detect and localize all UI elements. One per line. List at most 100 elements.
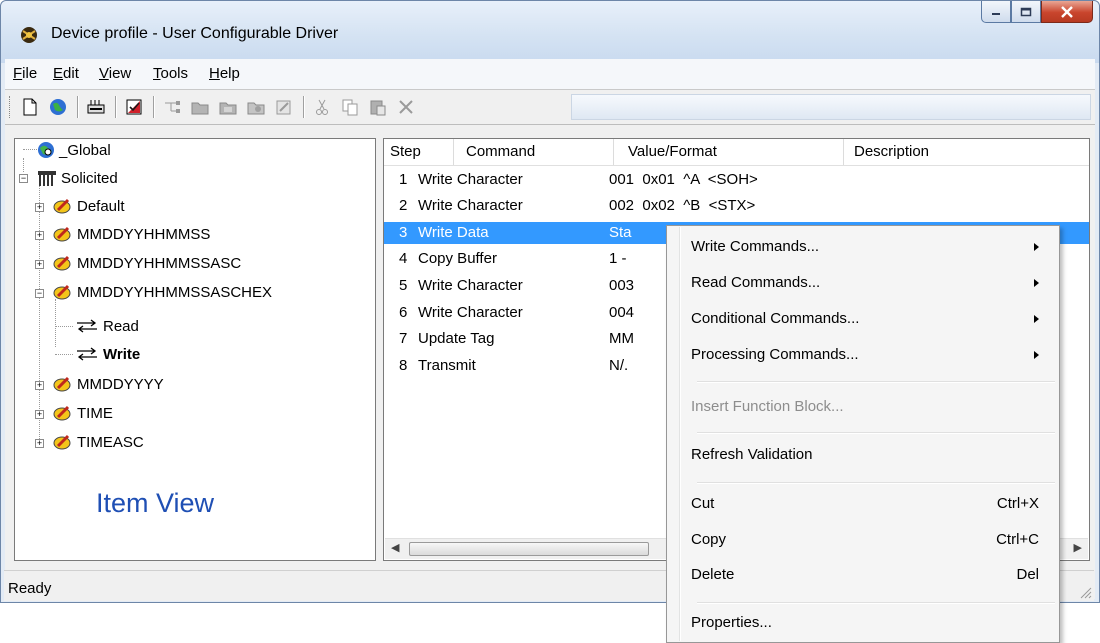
tree-connector bbox=[23, 149, 37, 150]
tree-connector bbox=[55, 354, 73, 355]
table-row[interactable]: 1 Write Character 001 0x01 ^A <SOH> bbox=[384, 169, 1089, 191]
column-header-description[interactable]: Description bbox=[844, 139, 1089, 165]
command-cell: Write Character bbox=[418, 277, 523, 294]
close-button[interactable] bbox=[1041, 1, 1093, 23]
tree-item-timeasc[interactable]: TIMEASC bbox=[53, 431, 144, 453]
tree-item-mmddyyyy[interactable]: MMDDYYYY bbox=[53, 373, 164, 395]
toolbar-grip[interactable] bbox=[9, 96, 13, 118]
menu-file[interactable]: File bbox=[13, 65, 37, 82]
tree-item-mmddyyhhmmss[interactable]: MMDDYYHHMMSS bbox=[53, 223, 210, 245]
expand-toggle[interactable]: + bbox=[35, 381, 44, 390]
tree-item-label: Default bbox=[77, 197, 125, 215]
tree-item-label: Read bbox=[103, 317, 139, 335]
copy-toolbar-button[interactable] bbox=[339, 96, 361, 118]
tree-item-label: Solicited bbox=[61, 169, 118, 187]
expand-toggle[interactable]: + bbox=[35, 410, 44, 419]
menu-item-properties[interactable]: Properties... bbox=[669, 606, 1057, 640]
collapse-toggle[interactable]: − bbox=[19, 174, 28, 183]
menu-edit[interactable]: Edit bbox=[53, 65, 79, 82]
menu-item-insert-function-block[interactable]: Insert Function Block... bbox=[669, 390, 1057, 424]
expand-toggle[interactable]: + bbox=[35, 231, 44, 240]
tree-item-default[interactable]: Default bbox=[53, 195, 125, 217]
menu-item-label: Write Commands... bbox=[691, 238, 820, 255]
cut-toolbar-button[interactable] bbox=[311, 96, 333, 118]
context-menu: Write Commands... Read Commands... Condi… bbox=[666, 225, 1060, 643]
tree-item-time[interactable]: TIME bbox=[53, 402, 113, 424]
menu-item-conditional-commands[interactable]: Conditional Commands... bbox=[669, 302, 1057, 336]
maximize-icon bbox=[1020, 7, 1032, 16]
menu-item-processing-commands[interactable]: Processing Commands... bbox=[669, 338, 1057, 372]
menu-help[interactable]: Help bbox=[209, 65, 240, 82]
collapse-toggle[interactable]: − bbox=[35, 289, 44, 298]
scroll-left-icon[interactable]: ◀ bbox=[391, 541, 399, 554]
tree-item-read[interactable]: Read bbox=[75, 315, 139, 337]
toolbar-separator bbox=[153, 96, 155, 118]
menu-item-shortcut: Ctrl+X bbox=[996, 495, 1039, 512]
menu-item-refresh-validation[interactable]: Refresh Validation bbox=[669, 438, 1057, 472]
maximize-button[interactable] bbox=[1011, 1, 1041, 23]
device-button[interactable] bbox=[85, 96, 107, 118]
folder-button-3[interactable] bbox=[245, 96, 267, 118]
expand-toggle[interactable]: + bbox=[35, 439, 44, 448]
expand-toggle[interactable]: + bbox=[35, 260, 44, 269]
column-header-value-format[interactable]: Value/Format bbox=[614, 139, 844, 165]
new-button[interactable] bbox=[19, 96, 41, 118]
globe-icon bbox=[50, 99, 66, 115]
menu-item-label: Processing Commands... bbox=[691, 346, 859, 363]
column-header-command[interactable]: Command bbox=[454, 139, 614, 165]
table-row[interactable]: 2 Write Character 002 0x02 ^B <STX> bbox=[384, 195, 1089, 217]
folder-gray-icon bbox=[219, 102, 237, 115]
command-cell: Update Tag bbox=[418, 330, 495, 347]
tree-item-mmddyyhhmmssaschex[interactable]: MMDDYYHHMMSSASCHEX bbox=[53, 281, 272, 303]
column-header-step[interactable]: Step bbox=[384, 139, 454, 165]
folder-button-1[interactable] bbox=[189, 96, 211, 118]
expand-toggle[interactable]: + bbox=[35, 203, 44, 212]
step-cell: 7 bbox=[399, 330, 408, 347]
scroll-right-icon[interactable]: ▶ bbox=[1074, 541, 1082, 554]
tree-connector bbox=[23, 158, 24, 172]
step-cell: 1 bbox=[399, 171, 408, 188]
value-cell: 002 0x02 ^B <STX> bbox=[609, 197, 756, 214]
menu-item-label: Insert Function Block... bbox=[691, 398, 844, 415]
tree-item-write[interactable]: Write bbox=[75, 343, 140, 365]
validate-button[interactable] bbox=[123, 96, 145, 118]
menu-tools[interactable]: Tools bbox=[153, 65, 188, 82]
minimize-button[interactable] bbox=[981, 1, 1011, 23]
device-port-icon bbox=[87, 100, 105, 114]
step-cell: 6 bbox=[399, 304, 408, 321]
status-text: Ready bbox=[8, 580, 52, 597]
command-cell: Transmit bbox=[418, 357, 476, 374]
tree-item-global[interactable]: _Global bbox=[37, 139, 111, 161]
toolbar-separator bbox=[303, 96, 305, 118]
read-write-arrows-icon bbox=[77, 319, 97, 333]
menu-view[interactable]: View bbox=[99, 65, 131, 82]
title-bar[interactable]: Device profile - User Configurable Drive… bbox=[1, 1, 1099, 63]
menu-item-write-commands[interactable]: Write Commands... bbox=[669, 230, 1057, 264]
submenu-arrow-icon bbox=[1034, 243, 1039, 251]
transaction-icon bbox=[53, 434, 71, 450]
resize-grip-icon[interactable] bbox=[1078, 585, 1092, 599]
tree-item-solicited[interactable]: Solicited bbox=[37, 167, 118, 189]
menu-item-cut[interactable]: Cut Ctrl+X bbox=[669, 487, 1057, 521]
tree-item-label: MMDDYYHHMMSSASCHEX bbox=[77, 283, 273, 301]
delete-toolbar-button[interactable] bbox=[395, 96, 417, 118]
menu-separator bbox=[697, 602, 1055, 604]
toolbar-empty-band bbox=[571, 94, 1091, 120]
scrollbar-thumb[interactable] bbox=[409, 542, 649, 556]
tree-item-mmddyyhhmmssasc[interactable]: MMDDYYHHMMSSASC bbox=[53, 252, 241, 274]
step-cell: 4 bbox=[399, 250, 408, 267]
menu-item-read-commands[interactable]: Read Commands... bbox=[669, 266, 1057, 300]
menu-item-label: Copy bbox=[691, 531, 727, 548]
transaction-icon bbox=[53, 284, 71, 300]
folder-button-2[interactable] bbox=[217, 96, 239, 118]
menu-item-label: Cut bbox=[691, 495, 715, 512]
value-cell: 001 0x01 ^A <SOH> bbox=[609, 171, 758, 188]
paste-toolbar-button[interactable] bbox=[367, 96, 389, 118]
menu-item-delete[interactable]: Delete Del bbox=[669, 558, 1057, 592]
properties-toolbar-button[interactable] bbox=[273, 96, 295, 118]
menu-item-copy[interactable]: Copy Ctrl+C bbox=[669, 523, 1057, 557]
value-cell: 1 - bbox=[609, 250, 627, 267]
app-icon bbox=[21, 27, 37, 43]
global-button[interactable] bbox=[47, 96, 69, 118]
tree-button[interactable] bbox=[161, 96, 183, 118]
